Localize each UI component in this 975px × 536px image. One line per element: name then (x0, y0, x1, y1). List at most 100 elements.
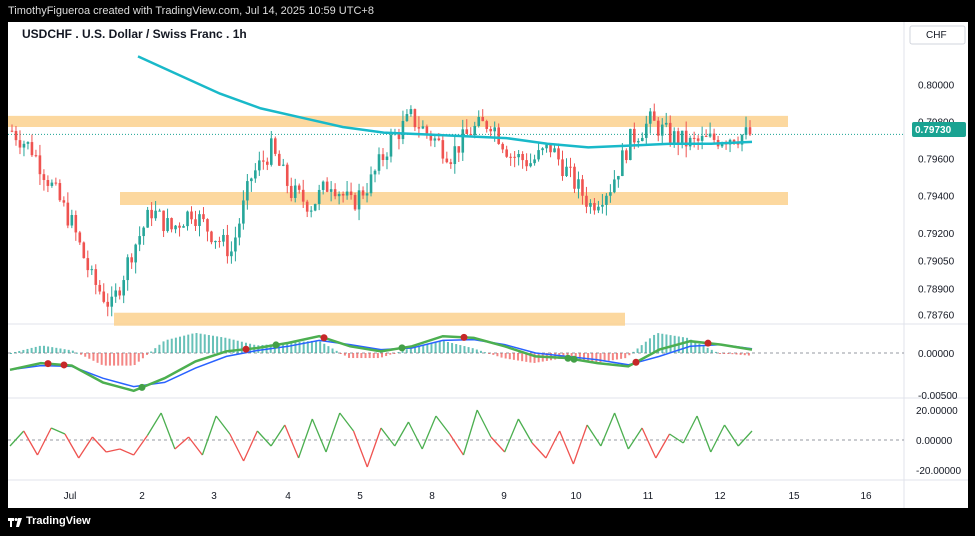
candle-body (102, 291, 106, 302)
indicator2-segment (531, 442, 547, 459)
candle-body (744, 127, 748, 135)
candle-body (262, 160, 265, 162)
candle-body (234, 237, 237, 252)
candle-body (66, 202, 70, 226)
histogram-bar (240, 341, 243, 353)
candle-body (58, 183, 62, 201)
moving-average-line (137, 55, 753, 149)
candle-body (708, 133, 712, 137)
indicator2-segment (297, 418, 313, 459)
indicator2-segment (435, 415, 451, 435)
candle-body (553, 148, 556, 153)
histogram-bar (348, 353, 351, 358)
candle-body (637, 141, 640, 143)
candle-body (581, 179, 584, 196)
crossover-dot (138, 383, 146, 391)
histogram-bar (521, 353, 524, 362)
indicator2-segment (215, 415, 231, 435)
histogram-bar (335, 350, 338, 353)
candle-body (154, 210, 157, 219)
time-tick-label: 12 (714, 491, 726, 502)
candle-body (417, 127, 421, 129)
indicator2-segment (64, 433, 80, 459)
candle-body (198, 214, 201, 226)
histogram-bar (356, 353, 359, 359)
histogram-bar (323, 343, 326, 353)
histogram-bar (653, 334, 656, 353)
chart-canvas[interactable]: 0.800000.798000.796000.794000.792000.790… (8, 22, 968, 508)
histogram-bar (714, 351, 717, 353)
indicator2-segment (559, 430, 574, 465)
candle-body (609, 192, 612, 196)
candle-body (644, 123, 648, 138)
candle-body (46, 180, 50, 186)
histogram-bar (479, 350, 482, 353)
histogram-bar (117, 353, 120, 366)
candle-body (660, 124, 664, 136)
candle-body (373, 170, 377, 175)
candle-body (692, 137, 696, 139)
histogram-bar (10, 353, 12, 354)
histogram-bar (475, 349, 478, 353)
time-tick-label: Jul (64, 491, 77, 502)
candle-body (317, 189, 321, 204)
indicator2-segment (710, 424, 726, 453)
histogram-bar (615, 353, 618, 360)
histogram-bar (137, 353, 140, 362)
histogram-bar (315, 340, 318, 353)
candle-body (158, 210, 161, 212)
candle-body (477, 116, 481, 126)
histogram-bar (735, 353, 738, 355)
indicator2-segment (407, 421, 423, 450)
candle-body (250, 178, 253, 182)
crossover-dot (320, 334, 328, 342)
indicator2-segment (311, 418, 327, 453)
histogram-bar (339, 353, 342, 354)
histogram-bar (446, 342, 449, 353)
candle-body (537, 150, 540, 160)
candle-body (597, 206, 600, 211)
candle-body (333, 189, 337, 197)
histogram-bar (162, 341, 165, 353)
histogram-bar (183, 335, 186, 353)
histogram-bar (55, 347, 58, 353)
histogram-bar (620, 353, 623, 359)
histogram-bar (719, 353, 722, 354)
candle-body (62, 200, 66, 203)
indicator2-segment (174, 436, 190, 450)
histogram-bar (665, 334, 668, 353)
candle-body (621, 150, 624, 177)
candle-body (573, 166, 576, 189)
histogram-bar (67, 349, 70, 353)
candle-body (413, 109, 417, 128)
indicator2-segment (682, 415, 698, 444)
histogram-bar (368, 353, 371, 359)
histogram-bar (648, 338, 651, 353)
candle-body (433, 138, 437, 141)
indicator2-segment (270, 424, 286, 447)
candle-body (345, 191, 349, 196)
candle-body (142, 227, 145, 237)
candle-body (98, 284, 102, 292)
candle-body (309, 210, 313, 212)
indicator2-segment (243, 430, 258, 462)
indicator2-segment (106, 448, 121, 453)
chart-svg[interactable]: 0.800000.798000.796000.794000.792000.790… (8, 22, 968, 508)
histogram-bar (319, 341, 322, 353)
histogram-bar (686, 337, 689, 353)
candle-body (194, 219, 197, 226)
histogram-bar (496, 353, 499, 357)
histogram-bar (26, 348, 29, 353)
candle-body (182, 226, 185, 228)
candle-body (409, 109, 413, 115)
indicator2-segment (36, 427, 52, 456)
candle-body (313, 203, 317, 211)
candle-body (214, 240, 217, 243)
candle-body (321, 181, 325, 190)
candle-body (266, 161, 269, 165)
tradingview-logo-icon (8, 518, 22, 527)
candle-body (186, 211, 189, 227)
candle-body (10, 130, 14, 132)
histogram-bar (434, 341, 437, 353)
candle-body (425, 126, 429, 134)
